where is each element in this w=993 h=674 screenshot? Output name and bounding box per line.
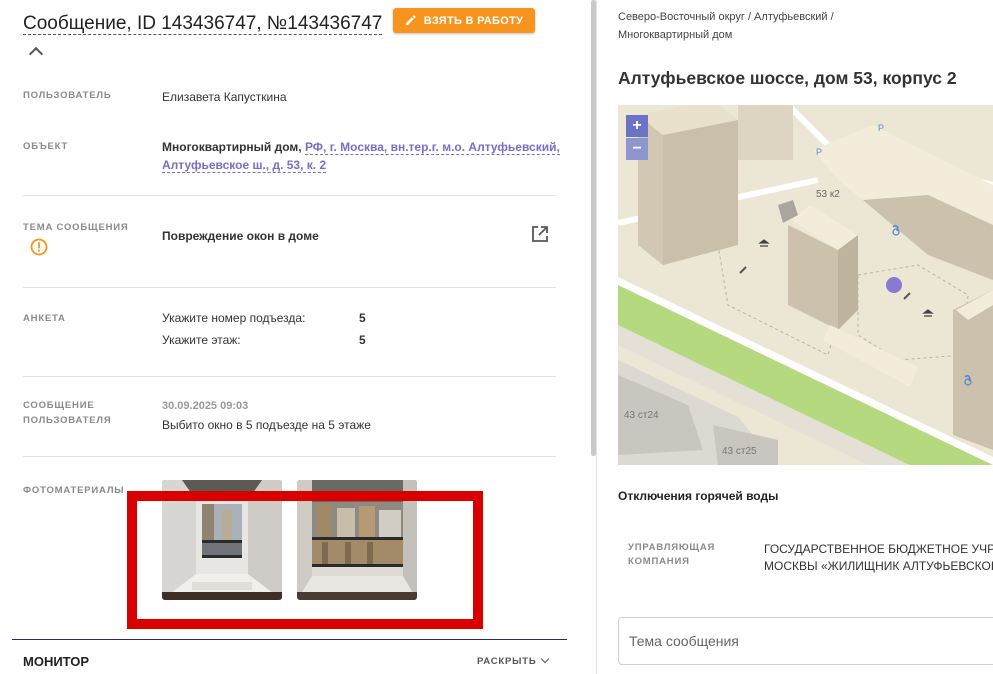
open-external-icon[interactable] <box>530 224 550 244</box>
photos-label: ФОТОМАТЕРИАЛЫ <box>23 485 125 496</box>
map[interactable]: 53 к2 43 ст24 43 ст25 P P + − <box>618 105 993 465</box>
zoom-in-button[interactable]: + <box>626 115 648 137</box>
page-title[interactable]: Сообщение, ID 143436747, №143436747 <box>23 10 383 66</box>
message-label-line1: СООБЩЕНИЕ <box>23 400 95 411</box>
survey-answer: 5 <box>359 333 366 347</box>
breadcrumb: Северо-Восточный округ / Алтуфьевский / … <box>618 11 834 41</box>
warning-icon <box>30 238 48 256</box>
parking-label: P <box>816 147 822 157</box>
building-label: 43 ст24 <box>624 410 659 421</box>
user-value: Елизавета Капусткина <box>162 90 287 104</box>
message-label: СООБЩЕНИЕ ПОЛЬЗОВАТЕЛЯ <box>23 398 111 428</box>
map-canvas[interactable]: 53 к2 43 ст24 43 ст25 P P <box>618 105 993 465</box>
message-topic-input[interactable] <box>618 617 993 665</box>
object-value: Многоквартирный дом, РФ, г. Москва, вн.т… <box>162 138 562 174</box>
zoom-out-button[interactable]: − <box>626 138 648 160</box>
expand-label: РАСКРЫТЬ <box>477 656 537 667</box>
object-address-title: Алтуфьевское шоссе, дом 53, корпус 2 <box>618 68 957 88</box>
survey-question: Укажите номер подъезда: <box>162 311 306 325</box>
management-label: УПРАВЛЯЮЩАЯ КОМПАНИЯ <box>628 541 715 569</box>
survey-label: АНКЕТА <box>23 313 66 324</box>
chevron-down-icon <box>541 654 550 664</box>
monitor-title: МОНИТОР <box>23 654 90 669</box>
expand-button[interactable]: РАСКРЫТЬ <box>477 654 550 667</box>
building-label: 43 ст25 <box>722 446 757 457</box>
divider <box>23 287 556 288</box>
divider <box>23 195 556 196</box>
topic-value: Повреждение окон в доме <box>162 229 319 243</box>
survey-question: Укажите этаж: <box>162 333 241 347</box>
survey-answer: 5 <box>359 311 366 325</box>
object-type: Многоквартирный дом, <box>162 140 302 154</box>
message-panel: Сообщение, ID 143436747, №143436747 ВЗЯТ… <box>0 0 590 674</box>
object-panel: Северо-Восточный округ / Алтуфьевский / … <box>597 0 993 674</box>
divider <box>23 456 556 457</box>
highlight-box <box>127 491 483 629</box>
pencil-icon <box>405 15 416 26</box>
user-label: ПОЛЬЗОВАТЕЛЬ <box>23 90 112 101</box>
topic-label: ТЕМА СООБЩЕНИЯ <box>23 222 129 233</box>
building-label: 53 к2 <box>816 189 840 200</box>
management-label-line1: УПРАВЛЯЮЩАЯ <box>628 542 716 553</box>
parking-label: P <box>878 123 884 133</box>
message-date: 30.09.2025 09:03 <box>162 400 249 412</box>
management-label-line2: КОМПАНИЯ <box>628 556 690 567</box>
hot-water-outages-link[interactable]: Отключения горячей воды <box>618 489 778 503</box>
message-label-line2: ПОЛЬЗОВАТЕЛЯ <box>23 415 112 426</box>
management-value-line2: МОСКВЫ «ЖИЛИЩНИК АЛТУФЬЕВСКОГ <box>764 559 993 573</box>
divider <box>23 376 556 377</box>
page-title-text: Сообщение, ID 143436747, №143436747 <box>23 13 383 35</box>
message-text: Выбито окно в 5 подъезде на 5 этаже <box>162 418 371 432</box>
management-value-line1: ГОСУДАРСТВЕННОЕ БЮДЖЕТНОЕ УЧРЕ <box>764 542 993 556</box>
chevron-up-icon[interactable] <box>28 46 44 62</box>
divider <box>12 639 567 640</box>
take-to-work-button[interactable]: ВЗЯТЬ В РАБОТУ <box>393 8 535 33</box>
management-company-value: ГОСУДАРСТВЕННОЕ БЮДЖЕТНОЕ УЧРЕ МОСКВЫ «Ж… <box>764 541 993 575</box>
object-label: ОБЪЕКТ <box>23 141 69 152</box>
take-to-work-label: ВЗЯТЬ В РАБОТУ <box>423 14 524 27</box>
